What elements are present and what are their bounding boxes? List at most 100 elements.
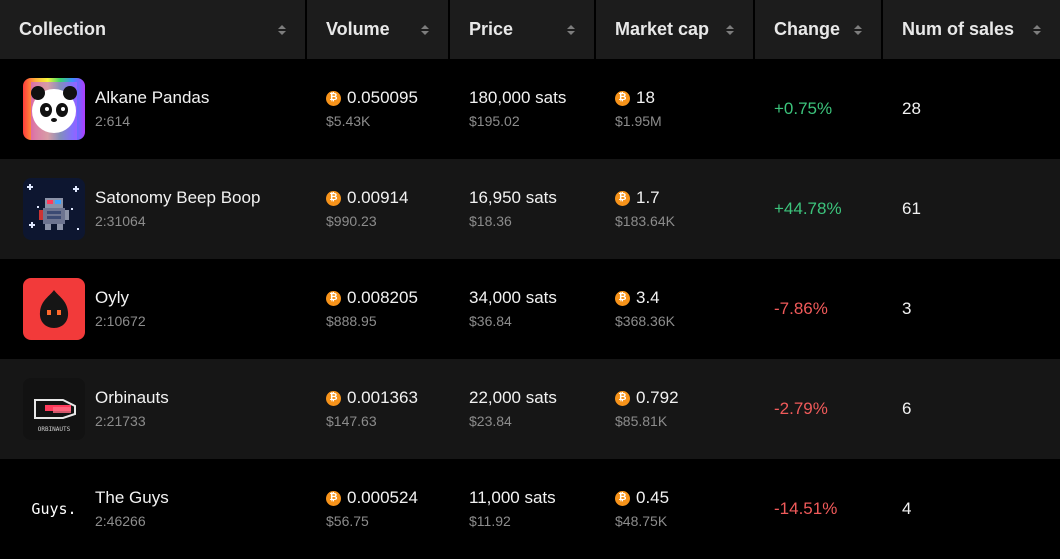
collection-cell[interactable]: Satonomy Beep Boop 2:31064 (0, 159, 307, 259)
price-value: 11,000 sats (469, 488, 556, 507)
price-value: 34,000 sats (469, 288, 557, 307)
collection-name[interactable]: Orbinauts (95, 387, 169, 409)
bitcoin-icon: ₿ (615, 490, 630, 506)
volume-usd: $56.75 (326, 513, 369, 529)
column-header-num-sales[interactable]: Num of sales (883, 0, 1060, 59)
price-usd: $11.92 (469, 513, 511, 529)
column-header-label: Num of sales (902, 19, 1015, 39)
market-cap-cell: ₿ 18 $1.95M (596, 59, 755, 159)
volume-value: 0.00914 (347, 188, 409, 207)
table-header: Collection Volume Price Market cap Chang… (0, 0, 1060, 59)
bitcoin-icon: ₿ (615, 90, 630, 106)
price-cell: 180,000 sats $195.02 (450, 59, 596, 159)
sort-icon[interactable] (853, 24, 863, 35)
bitcoin-icon: ₿ (326, 90, 341, 106)
column-header-volume[interactable]: Volume (307, 0, 450, 59)
sort-icon[interactable] (420, 24, 430, 35)
market-cap-value: 3.4 (636, 288, 660, 307)
column-header-label: Price (469, 19, 514, 39)
volume-cell: ₿ 0.050095 $5.43K (307, 59, 450, 159)
column-header-change[interactable]: Change (755, 0, 883, 59)
column-header-label: Collection (19, 19, 107, 39)
price-usd: $36.84 (469, 313, 512, 329)
price-value: 22,000 sats (469, 388, 557, 407)
collection-thumbnail (23, 78, 85, 140)
price-usd: $23.84 (469, 413, 512, 429)
column-header-market-cap[interactable]: Market cap (596, 0, 755, 59)
table-row[interactable]: Alkane Pandas 2:614 ₿ 0.050095 $5.43K 180… (0, 59, 1060, 159)
volume-value: 0.050095 (347, 88, 418, 107)
collection-thumbnail (23, 178, 85, 240)
sales-cell: 6 (883, 359, 1060, 459)
sort-icon[interactable] (725, 24, 735, 35)
price-usd: $195.02 (469, 113, 520, 129)
sales-cell: 28 (883, 59, 1060, 159)
collection-name[interactable]: Alkane Pandas (95, 87, 209, 109)
sales-value: 61 (902, 199, 921, 218)
change-value: -7.86% (774, 299, 828, 318)
change-cell: +44.78% (755, 159, 883, 259)
market-cap-usd: $1.95M (615, 113, 662, 129)
change-cell: -14.51% (755, 459, 883, 559)
volume-value: 0.001363 (347, 388, 418, 407)
change-value: -14.51% (774, 499, 838, 518)
change-value: +44.78% (774, 199, 842, 218)
market-cap-cell: ₿ 0.792 $85.81K (596, 359, 755, 459)
market-cap-value: 18 (636, 88, 655, 107)
bitcoin-icon: ₿ (326, 490, 341, 506)
change-value: +0.75% (774, 99, 833, 118)
collection-id: 2:21733 (95, 413, 146, 429)
market-cap-cell: ₿ 1.7 $183.64K (596, 159, 755, 259)
volume-usd: $990.23 (326, 213, 377, 229)
volume-usd: $888.95 (326, 313, 377, 329)
volume-value: 0.000524 (347, 488, 418, 507)
volume-usd: $147.63 (326, 413, 377, 429)
market-cap-value: 0.45 (636, 488, 670, 507)
price-cell: 11,000 sats $11.92 (450, 459, 596, 559)
change-value: -2.79% (774, 399, 828, 418)
collection-name[interactable]: The Guys (95, 487, 169, 509)
market-cap-usd: $48.75K (615, 513, 668, 529)
change-cell: -2.79% (755, 359, 883, 459)
column-header-price[interactable]: Price (450, 0, 596, 59)
collection-id: 2:31064 (95, 213, 146, 229)
bitcoin-icon: ₿ (326, 390, 341, 406)
thumbnail-caption: Guys. (31, 500, 76, 518)
collection-cell[interactable]: Oyly 2:10672 (0, 259, 307, 359)
sales-cell: 4 (883, 459, 1060, 559)
market-cap-value: 1.7 (636, 188, 660, 207)
volume-cell: ₿ 0.001363 $147.63 (307, 359, 450, 459)
table-row[interactable]: ORBINAUTS Orbinauts 2:21733 ₿ 0.001363 $1… (0, 359, 1060, 459)
sales-value: 28 (902, 99, 921, 118)
table-row[interactable]: Oyly 2:10672 ₿ 0.008205 $888.95 34,000 sa… (0, 259, 1060, 359)
collection-cell[interactable]: Guys. The Guys 2:46266 (0, 459, 307, 559)
sort-icon[interactable] (1032, 24, 1042, 35)
collection-name[interactable]: Oyly (95, 287, 146, 309)
table-row[interactable]: Guys. The Guys 2:46266 ₿ 0.000524 $56.75 … (0, 459, 1060, 559)
collection-cell[interactable]: Alkane Pandas 2:614 (0, 59, 307, 159)
collection-id: 2:614 (95, 113, 131, 129)
collection-name[interactable]: Satonomy Beep Boop (95, 187, 260, 209)
sales-value: 3 (902, 299, 912, 318)
market-cap-cell: ₿ 3.4 $368.36K (596, 259, 755, 359)
price-cell: 16,950 sats $18.36 (450, 159, 596, 259)
thumbnail-caption: ORBINAUTS (38, 426, 71, 433)
collection-thumbnail (23, 278, 85, 340)
collection-thumbnail: ORBINAUTS (23, 378, 85, 440)
table-row[interactable]: Satonomy Beep Boop 2:31064 ₿ 0.00914 $990… (0, 159, 1060, 259)
column-header-collection[interactable]: Collection (0, 0, 307, 59)
market-cap-usd: $368.36K (615, 313, 675, 329)
bitcoin-icon: ₿ (615, 290, 630, 306)
price-usd: $18.36 (469, 213, 512, 229)
collection-cell[interactable]: ORBINAUTS Orbinauts 2:21733 (0, 359, 307, 459)
sort-icon[interactable] (277, 24, 287, 35)
collection-id: 2:10672 (95, 313, 146, 329)
volume-cell: ₿ 0.00914 $990.23 (307, 159, 450, 259)
market-cap-cell: ₿ 0.45 $48.75K (596, 459, 755, 559)
sort-icon[interactable] (566, 24, 576, 35)
volume-value: 0.008205 (347, 288, 418, 307)
collections-table: Collection Volume Price Market cap Chang… (0, 0, 1060, 559)
sales-value: 6 (902, 399, 912, 418)
volume-cell: ₿ 0.008205 $888.95 (307, 259, 450, 359)
change-cell: +0.75% (755, 59, 883, 159)
